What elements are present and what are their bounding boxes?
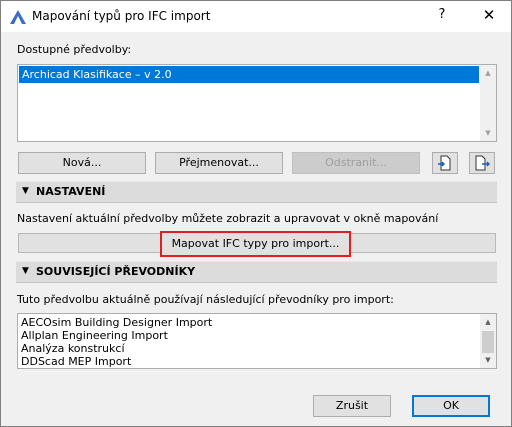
ok-button[interactable]: OK xyxy=(412,395,490,417)
archicad-app-icon xyxy=(10,10,26,24)
scroll-thumb[interactable] xyxy=(482,331,494,353)
ifc-import-mapping-dialog: Mapování typů pro IFC import ? ✕ Dostupn… xyxy=(0,0,512,427)
translators-list[interactable]: AECOsim Building Designer Import Allplan… xyxy=(17,313,497,369)
list-item[interactable]: AECOsim Building Designer Import xyxy=(21,316,212,329)
cancel-button[interactable]: Zrušit xyxy=(313,395,391,417)
triangle-down-icon: ▼ xyxy=(22,186,29,196)
new-button[interactable]: Nová... xyxy=(18,152,146,174)
list-item[interactable]: Analýza konstrukcí xyxy=(21,342,125,355)
presets-label: Dostupné předvolby: xyxy=(17,43,132,56)
translators-description: Tuto předvolbu aktuálně používají násled… xyxy=(17,293,394,306)
list-item[interactable]: Allplan Engineering Import xyxy=(21,329,168,342)
preset-item-selected[interactable]: Archicad Klasifikace – v 2.0 xyxy=(19,66,479,83)
scroll-down-icon[interactable]: ▼ xyxy=(480,352,496,368)
presets-list[interactable]: Archicad Klasifikace – v 2.0 ▲ ▼ xyxy=(17,64,497,142)
import-preset-button[interactable] xyxy=(432,152,458,174)
title-bar: Mapování typů pro IFC import ? ✕ xyxy=(1,1,511,32)
remove-button: Odstranit... xyxy=(292,152,420,174)
close-button[interactable]: ✕ xyxy=(481,6,497,24)
settings-section-header[interactable]: ▼ NASTAVENÍ xyxy=(16,181,497,203)
rename-button[interactable]: Přejmenovat... xyxy=(155,152,283,174)
list-item[interactable]: DDScad MEP Import xyxy=(21,355,131,368)
triangle-down-icon: ▼ xyxy=(22,266,29,276)
import-preset-icon xyxy=(438,155,451,171)
translators-section-title: SOUVISEJÍCÍ PŘEVODNÍKY xyxy=(36,265,196,278)
window-title: Mapování typů pro IFC import xyxy=(32,9,211,23)
export-preset-button[interactable] xyxy=(469,152,495,174)
translators-scrollbar[interactable]: ▲ ▼ xyxy=(480,314,496,368)
scroll-up-icon[interactable]: ▲ xyxy=(480,314,496,330)
help-button[interactable]: ? xyxy=(435,7,449,22)
scroll-down-icon[interactable]: ▼ xyxy=(480,125,496,141)
scroll-up-icon[interactable]: ▲ xyxy=(480,65,496,81)
export-preset-icon xyxy=(475,155,490,171)
settings-section-title: NASTAVENÍ xyxy=(36,185,106,198)
presets-scrollbar[interactable]: ▲ ▼ xyxy=(480,65,496,141)
settings-description: Nastavení aktuální předvolby můžete zobr… xyxy=(17,212,439,225)
map-ifc-types-button[interactable]: Mapovat IFC typy pro import... xyxy=(160,231,351,257)
translators-section-header[interactable]: ▼ SOUVISEJÍCÍ PŘEVODNÍKY xyxy=(16,261,497,283)
